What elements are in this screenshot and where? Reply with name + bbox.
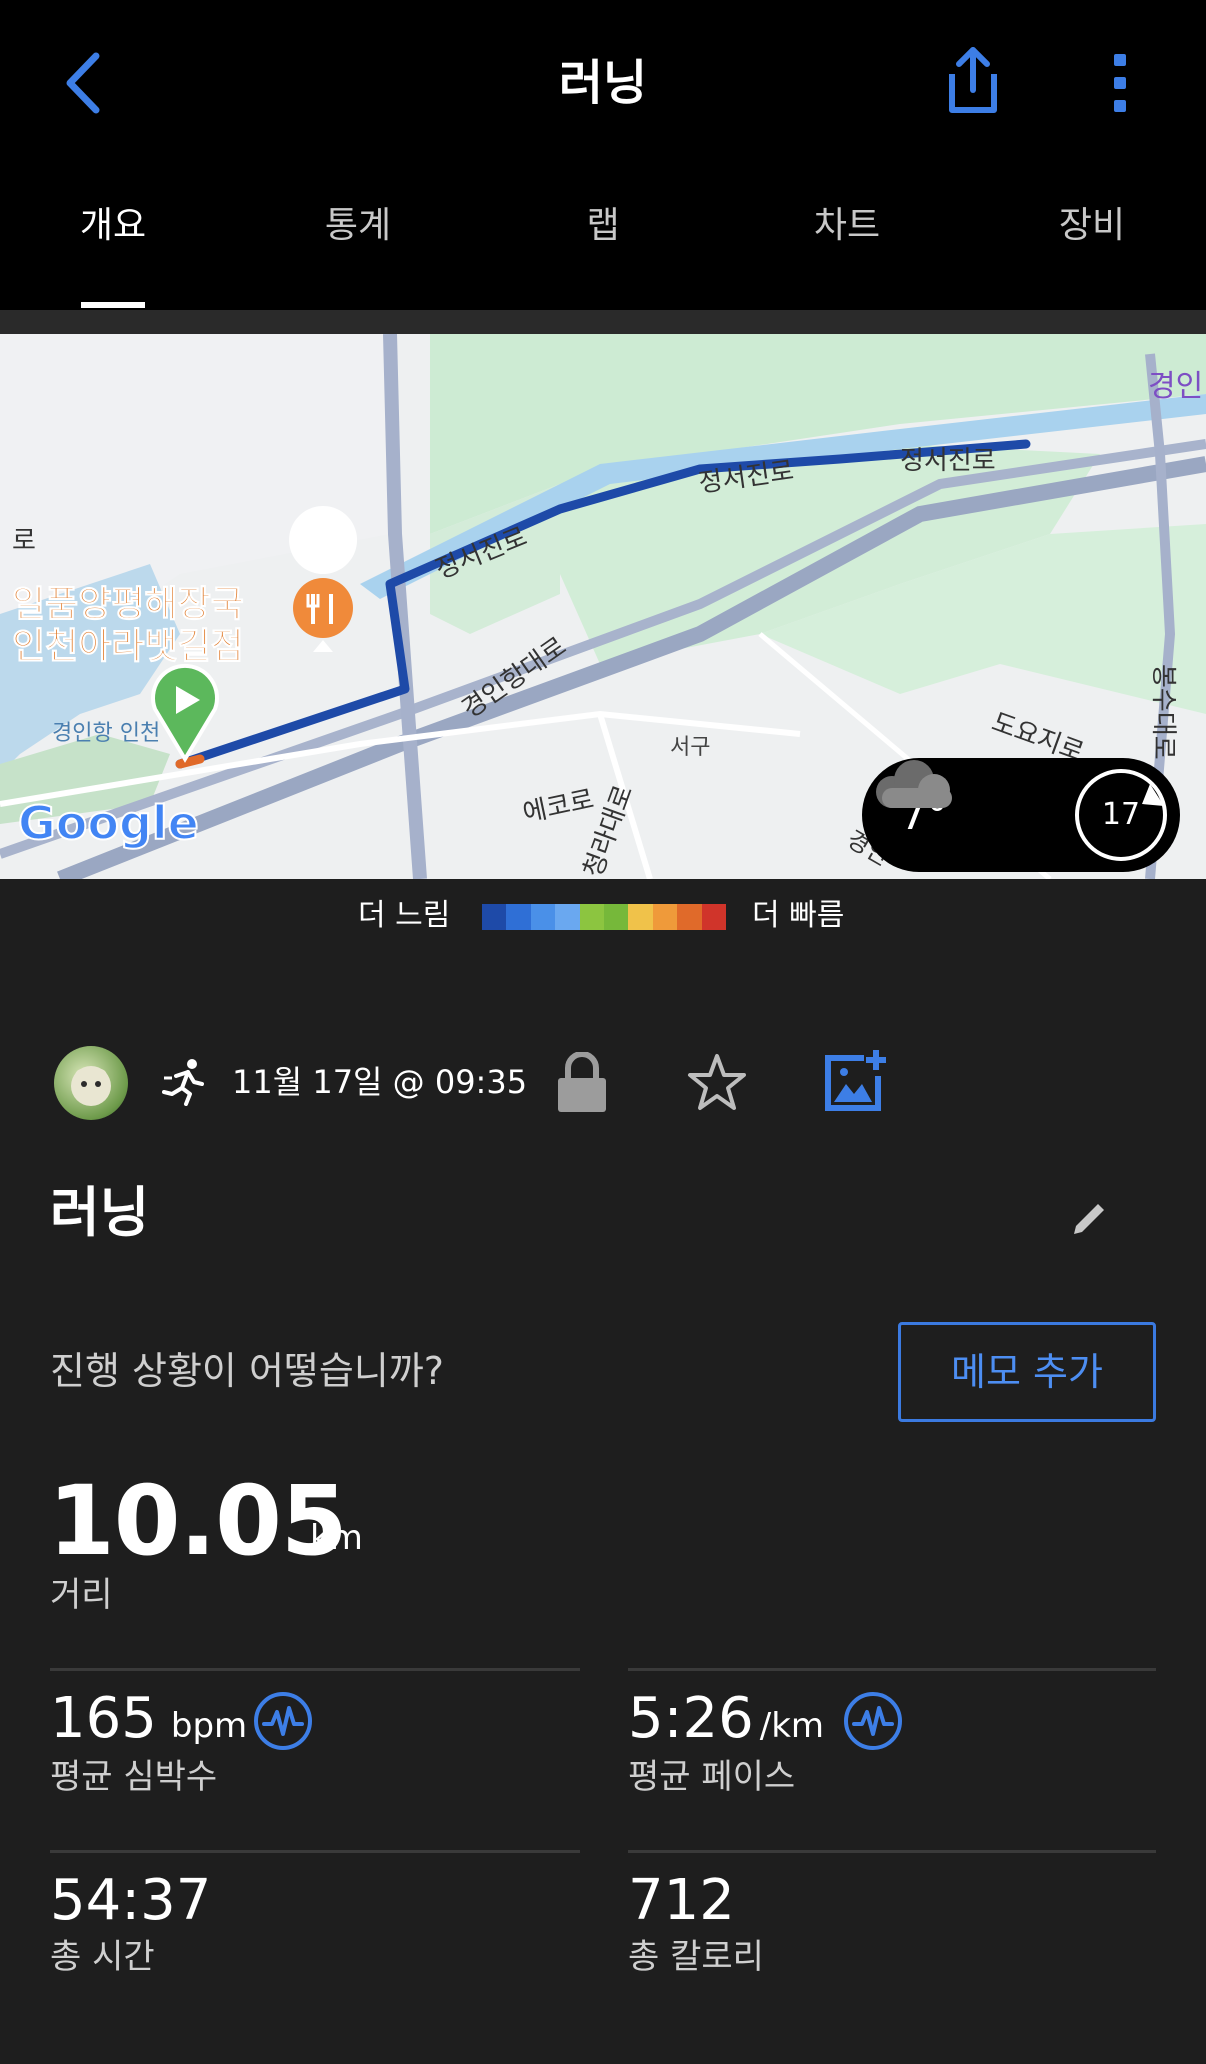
tab-laps[interactable]: 랩 bbox=[586, 204, 619, 248]
legend-slow-label: 더 느림 bbox=[358, 898, 451, 933]
divider bbox=[628, 1668, 1156, 1671]
map-label: 경인 bbox=[1148, 369, 1203, 404]
divider bbox=[50, 1668, 580, 1671]
tab-overview[interactable]: 개요 bbox=[80, 204, 146, 248]
tab-stats[interactable]: 통계 bbox=[325, 204, 391, 248]
pace-color-swatch bbox=[530, 904, 556, 930]
avg-heart-rate-label: 평균 심박수 bbox=[50, 1757, 218, 1797]
avg-heart-rate-unit: bpm bbox=[170, 1706, 248, 1746]
restaurant-pin-icon bbox=[289, 506, 358, 652]
avg-heart-rate: 165 bpm bbox=[50, 1684, 247, 1761]
pace-color-scale bbox=[482, 904, 727, 930]
avatar[interactable] bbox=[54, 1046, 128, 1120]
page-title: 러닝 bbox=[558, 55, 648, 111]
poi-label: 인천아라뱃길점 bbox=[12, 626, 244, 667]
pace-color-swatch bbox=[604, 904, 629, 930]
privacy-lock-button[interactable] bbox=[556, 1051, 608, 1114]
map-label: 정서진로 bbox=[900, 446, 996, 476]
tab-charts[interactable]: 차트 bbox=[814, 204, 880, 248]
top-app-bar: 러닝 개요 통계 랩 차트 장비 bbox=[0, 0, 1206, 310]
activity-datetime: 11월 17일 @ 09:35 bbox=[232, 1063, 528, 1101]
cloud-icon bbox=[876, 760, 952, 808]
avg-pace-unit: /km bbox=[759, 1706, 825, 1746]
more-options-button[interactable] bbox=[1100, 48, 1140, 118]
pace-chart-button[interactable] bbox=[842, 1690, 904, 1752]
pace-color-swatch bbox=[506, 904, 531, 930]
poi-label: 일품양평해장국 bbox=[12, 584, 244, 625]
heart-rate-chart-button[interactable] bbox=[252, 1690, 314, 1752]
divider bbox=[628, 1850, 1156, 1853]
avg-pace-value: 5:26 bbox=[628, 1686, 754, 1751]
start-pin-icon bbox=[151, 663, 219, 763]
map-label: 봉수대로 bbox=[1148, 664, 1178, 760]
legend-fast-label: 더 빠름 bbox=[752, 898, 845, 933]
total-calories: 712 bbox=[628, 1866, 735, 1936]
avatar-image bbox=[71, 1066, 111, 1106]
share-button[interactable] bbox=[942, 44, 1004, 116]
progress-question: 진행 상황이 어떻습니까? bbox=[50, 1349, 444, 1393]
star-icon bbox=[688, 1054, 746, 1110]
divider bbox=[50, 1850, 580, 1853]
add-memo-button[interactable]: 메모 추가 bbox=[898, 1322, 1156, 1422]
total-time-label: 총 시간 bbox=[50, 1937, 155, 1977]
map-label: 경인항 인천 bbox=[52, 721, 160, 746]
pace-color-swatch bbox=[482, 904, 507, 930]
more-vertical-icon bbox=[1114, 54, 1126, 112]
avg-pace-label: 평균 페이스 bbox=[628, 1757, 796, 1797]
pace-legend: 더 느림 더 빠름 bbox=[0, 892, 1206, 942]
pace-color-swatch bbox=[628, 904, 653, 930]
total-calories-label: 총 칼로리 bbox=[628, 1937, 764, 1977]
waveform-icon bbox=[844, 1692, 902, 1750]
map-label: 로 bbox=[12, 526, 36, 556]
distance-value: 10.05 bbox=[48, 1465, 348, 1577]
divider bbox=[0, 310, 1206, 334]
total-calories-value: 712 bbox=[628, 1868, 735, 1933]
map-label: 에코로 bbox=[520, 785, 596, 829]
map-label: 경인항대로 bbox=[457, 632, 572, 725]
add-photo-icon bbox=[825, 1050, 886, 1111]
weather-widget[interactable]: 7° 17 bbox=[862, 758, 1180, 872]
wind-speed: 17 bbox=[1101, 797, 1141, 832]
tab-bar: 개요 통계 랩 차트 장비 bbox=[0, 196, 1206, 310]
pace-color-swatch bbox=[579, 904, 605, 930]
total-time: 54:37 bbox=[50, 1866, 211, 1936]
active-tab-indicator bbox=[81, 302, 145, 308]
activity-name: 러닝 bbox=[50, 1181, 150, 1244]
running-icon bbox=[162, 1059, 204, 1106]
distance-unit: km bbox=[310, 1518, 363, 1558]
tab-gear[interactable]: 장비 bbox=[1059, 204, 1125, 248]
wind-indicator: 17 bbox=[1072, 766, 1170, 864]
pace-color-swatch bbox=[652, 904, 678, 930]
distance-label: 거리 bbox=[50, 1575, 113, 1615]
route-map[interactable]: 정서진로 정서진로 정서진로 경인항대로 도요지로 서구 에코로 청라대로 경인… bbox=[0, 334, 1206, 879]
avg-heart-rate-value: 165 bbox=[50, 1686, 157, 1751]
map-label: 서구 bbox=[670, 735, 710, 760]
google-logo: Google bbox=[18, 796, 199, 850]
edit-name-button[interactable] bbox=[1070, 1196, 1110, 1236]
add-photo-button[interactable] bbox=[822, 1048, 888, 1114]
pencil-icon bbox=[1074, 1204, 1104, 1234]
pace-color-swatch bbox=[701, 904, 727, 930]
pace-color-swatch bbox=[555, 904, 580, 930]
share-icon bbox=[949, 47, 997, 113]
total-time-value: 54:37 bbox=[50, 1868, 212, 1933]
waveform-icon bbox=[254, 1692, 312, 1750]
avg-pace: 5:26/km bbox=[628, 1684, 824, 1761]
pace-color-swatch bbox=[677, 904, 702, 930]
lock-icon bbox=[558, 1051, 606, 1112]
favorite-button[interactable] bbox=[686, 1052, 748, 1114]
